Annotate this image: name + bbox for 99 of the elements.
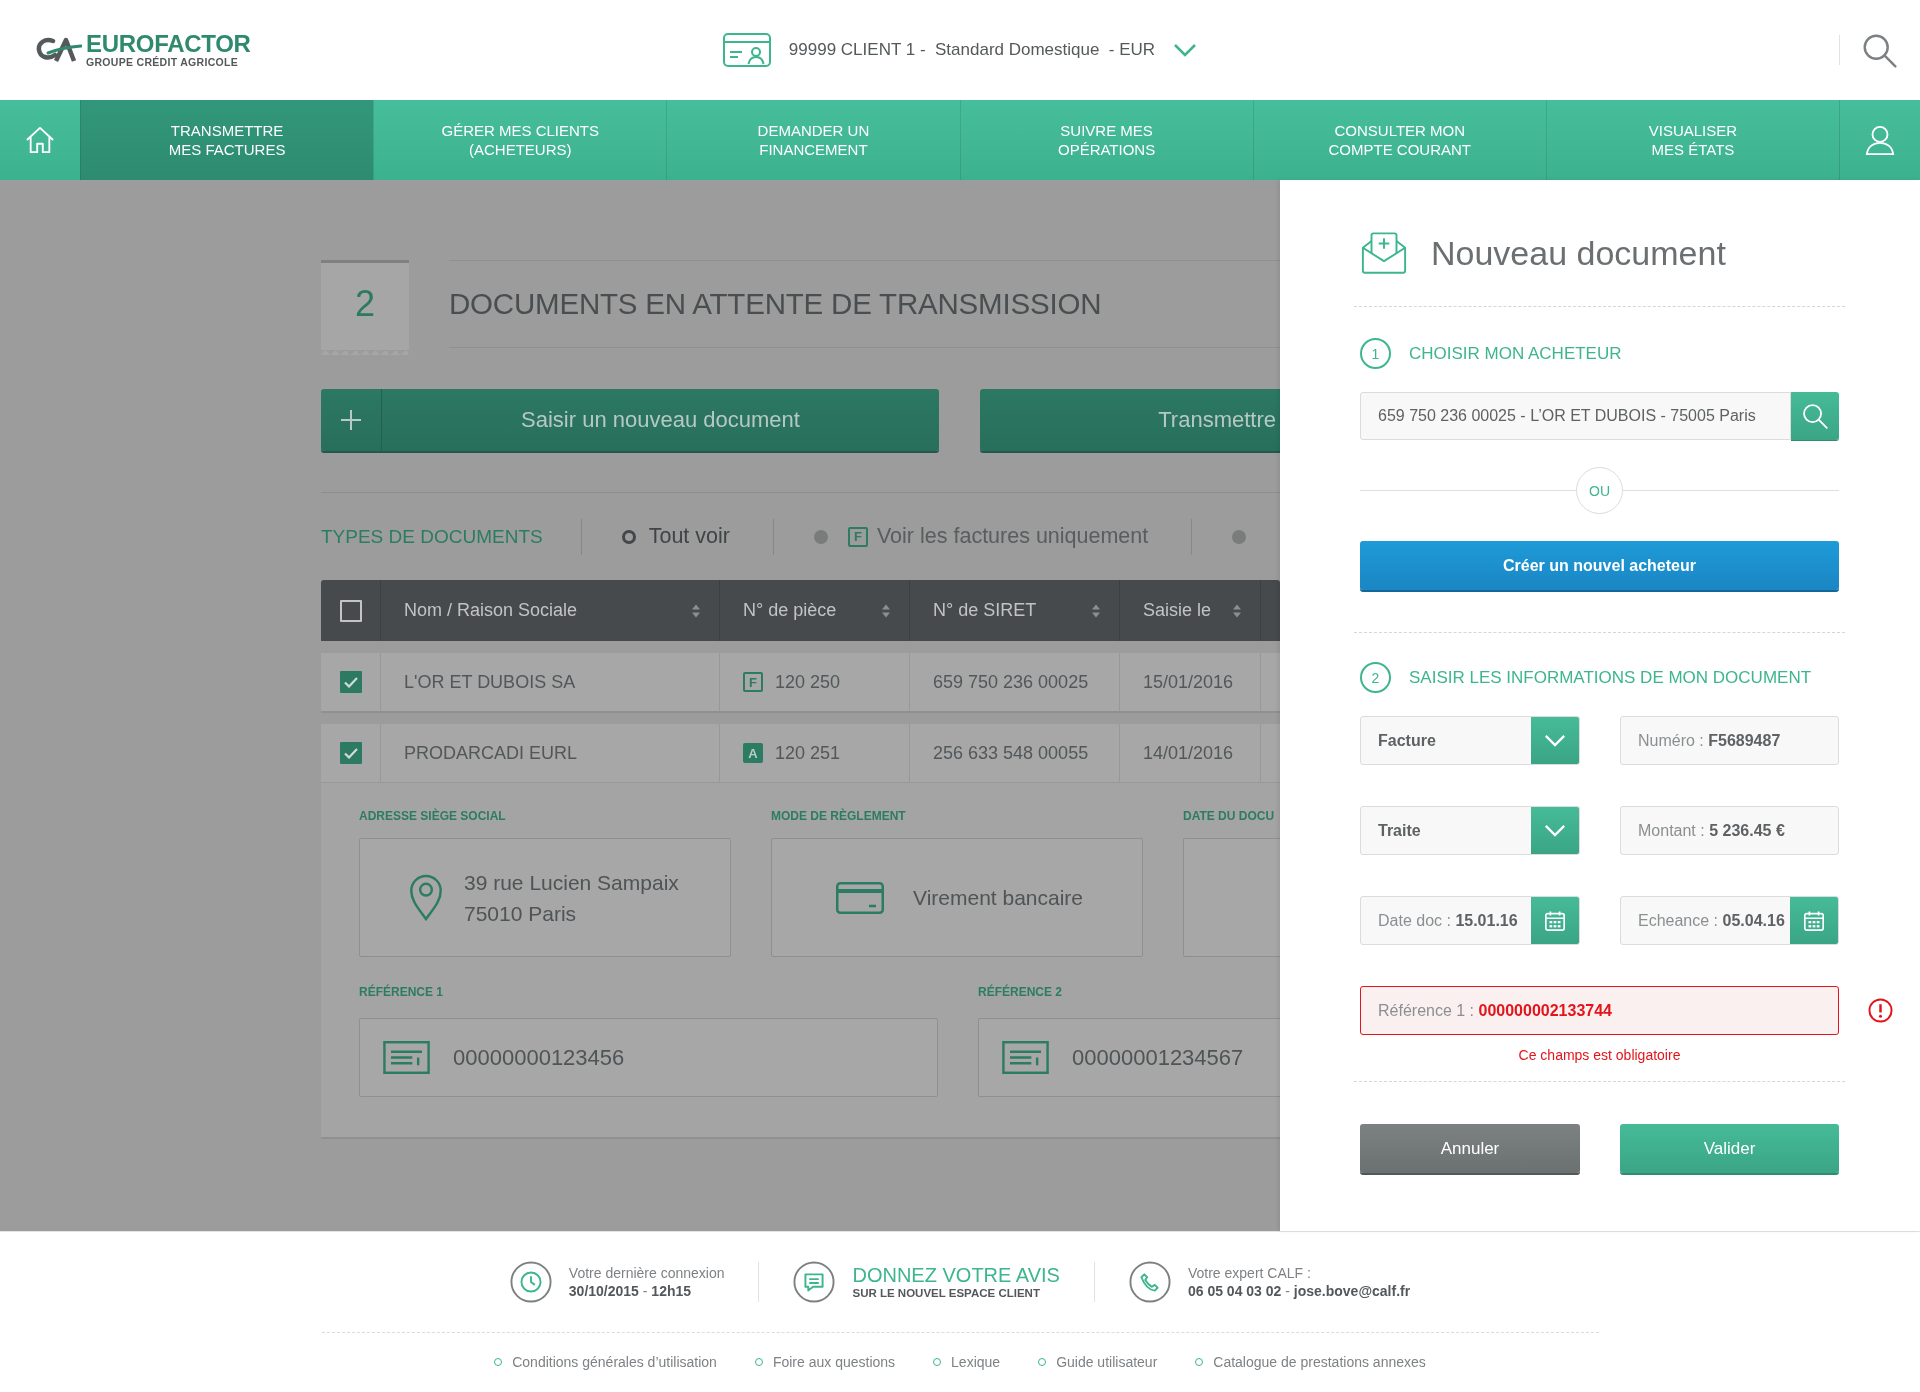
text-field[interactable]: Référence 1 : 000000002133744 [1360, 986, 1839, 1035]
footer-link[interactable]: Catalogue de prestations annexes [1195, 1353, 1426, 1371]
reference-number: 00000000123456 [453, 1044, 625, 1072]
select-field[interactable]: Traite [1360, 806, 1580, 855]
pin-icon [408, 873, 444, 922]
siret-number: 256 633 548 00055 [933, 742, 1089, 764]
step-number: 1 [1360, 338, 1391, 369]
expert-label: Votre expert CALF : [1187, 1264, 1311, 1282]
dropdown-button[interactable] [1531, 807, 1579, 854]
checkbox[interactable] [339, 599, 362, 622]
brand-name: EUROFACTOR [86, 32, 251, 56]
date-field[interactable]: Date doc : 15.01.16 [1360, 896, 1580, 945]
text-field[interactable]: Numéro : F5689487 [1620, 716, 1839, 765]
submit-button[interactable]: Valider [1620, 1124, 1839, 1173]
field-label: DATE DU DOCU [1183, 808, 1276, 824]
buyer-search-field[interactable]: 659 750 236 00025 - L’OR ET DUBOIS - 75005 Paris [1360, 392, 1791, 440]
calendar-icon [1803, 909, 1825, 932]
piece-number: 120 251 [775, 742, 841, 764]
logo-icon [36, 36, 82, 64]
doc-type-tag: A [743, 743, 763, 763]
checkbox[interactable] [339, 742, 362, 764]
step-number: 2 [1360, 662, 1391, 693]
create-buyer-button[interactable]: Créer un nouvel acheteur [1360, 541, 1839, 590]
sort-icon[interactable] [1091, 602, 1101, 619]
doc-type-tag: F [847, 526, 868, 547]
or-separator: OU [1576, 467, 1623, 514]
select-field[interactable]: Facture [1360, 716, 1580, 765]
footer-link[interactable]: Conditions générales d’utilisation [494, 1353, 717, 1371]
feedback-subtitle: SUR LE NOUVEL ESPACE CLIENT [852, 1286, 1040, 1300]
transmit-button[interactable]: Transmettre [980, 389, 1280, 451]
clock-icon [509, 1261, 552, 1303]
search-icon [1802, 403, 1828, 429]
company-name: L'OR ET DUBOIS SA [404, 671, 576, 693]
chevron-down-icon [1544, 824, 1566, 837]
checkbox[interactable] [339, 671, 362, 693]
page-title: DOCUMENTS EN ATTENTE DE TRANSMISSION [449, 287, 1102, 321]
footer-link[interactable]: Foire aux questions [754, 1353, 896, 1371]
company-name: PRODARCADI EURL [404, 742, 578, 764]
add-document-button[interactable]: Saisir un nouveau document [321, 389, 939, 451]
column-header[interactable]: N° de pièce [743, 600, 881, 621]
text-field[interactable]: Montant : 5 236.45 € [1620, 806, 1839, 855]
entry-date: 15/01/2016 [1143, 671, 1234, 693]
checkmark-icon [343, 676, 358, 688]
last-login-date: 30/10/2015 - 12h15 [568, 1282, 692, 1300]
field-label: RÉFÉRENCE 2 [978, 984, 1064, 1000]
doc-type-tag: F [743, 672, 763, 692]
search-button[interactable] [1791, 392, 1839, 440]
column-header[interactable]: Nom / Raison Sociale [404, 600, 691, 621]
document-count: 2 [321, 260, 409, 355]
phone-icon [1128, 1261, 1171, 1303]
nav-tab[interactable]: TRANSMETTRE MES FACTURES [80, 100, 374, 180]
chevron-down-icon [1544, 734, 1566, 747]
cancel-button[interactable]: Annuler [1360, 1124, 1580, 1173]
document-lines-icon [1002, 1041, 1049, 1074]
date-field[interactable]: Echeance : 05.04.16 [1620, 896, 1839, 945]
step-title: SAISIR LES INFORMATIONS DE MON DOCUMENT [1409, 667, 1812, 688]
error-icon [1868, 998, 1893, 1023]
plus-icon [340, 409, 362, 431]
types-label: TYPES DE DOCUMENTS [321, 525, 544, 548]
field-label: RÉFÉRENCE 1 [359, 984, 445, 1000]
feedback-link[interactable]: DONNEZ VOTRE AVIS [852, 1264, 1060, 1286]
filter-option[interactable]: F Voir les factures uniquement [773, 516, 1192, 557]
sort-icon[interactable] [881, 602, 891, 619]
panel-title: Nouveau document [1431, 233, 1726, 273]
home-icon[interactable] [25, 126, 55, 154]
field-label: MODE DE RÈGLEMENT [771, 808, 907, 824]
sort-icon[interactable] [1232, 602, 1242, 619]
filter-option[interactable]: Tout voir [581, 516, 773, 557]
address-text: 39 rue Lucien Sampaix 75010 Paris [464, 869, 679, 927]
entry-date: 14/01/2016 [1143, 742, 1234, 764]
sort-icon[interactable] [691, 602, 701, 619]
search-icon[interactable] [1862, 32, 1897, 68]
step-title: CHOISIR MON ACHETEUR [1409, 343, 1622, 364]
field-label: ADRESSE SIÈGE SOCIAL [359, 808, 507, 824]
column-header[interactable]: Saisie le [1143, 600, 1232, 621]
chevron-down-icon [1173, 43, 1198, 57]
id-card-icon [722, 33, 771, 67]
credit-card-icon [836, 881, 884, 914]
chat-bubble-icon [793, 1261, 836, 1303]
payment-method: Virement bancaire [913, 885, 1084, 911]
reference-number: 00000001234567 [1072, 1044, 1244, 1072]
footer-link[interactable]: Lexique [933, 1353, 1001, 1371]
expert-contact: 06 05 04 03 02 - jose.bove@calf.fr [1187, 1282, 1411, 1300]
brand-tagline: GROUPE CRÉDIT AGRICOLE [86, 56, 240, 68]
client-selector[interactable]: 99999 CLIENT 1 - Standard Domestique - EUR [722, 33, 1198, 67]
calendar-button[interactable] [1531, 897, 1579, 944]
envelope-plus-icon [1360, 231, 1408, 275]
dropdown-button[interactable] [1531, 717, 1579, 764]
last-login-label: Votre dernière connexion [568, 1264, 725, 1282]
siret-number: 659 750 236 00025 [933, 671, 1089, 693]
error-message: Ce champs est obligatoire [1517, 1046, 1682, 1064]
document-lines-icon [383, 1041, 430, 1074]
user-icon[interactable] [1865, 125, 1896, 155]
calendar-icon [1544, 909, 1566, 932]
checkmark-icon [343, 747, 358, 759]
piece-number: 120 250 [775, 671, 841, 693]
calendar-button[interactable] [1790, 897, 1838, 944]
footer-link[interactable]: Guide utilisateur [1038, 1353, 1158, 1371]
column-header[interactable]: N° de SIRET [933, 600, 1091, 621]
